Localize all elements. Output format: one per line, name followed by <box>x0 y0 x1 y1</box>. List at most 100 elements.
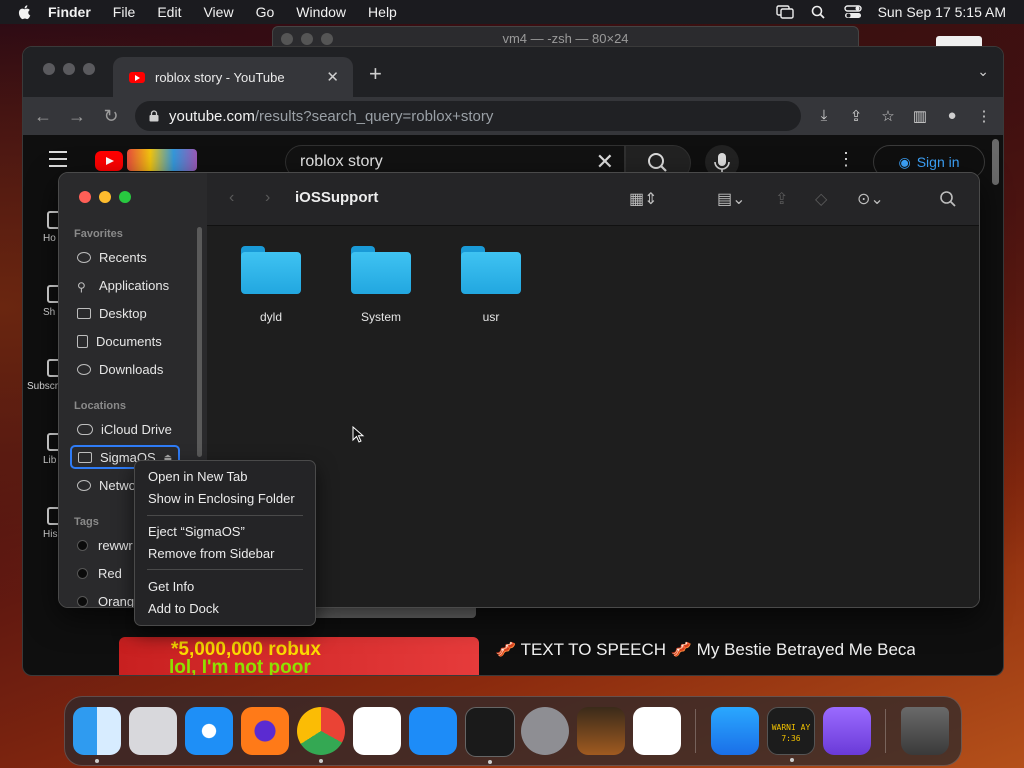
sidebar-tag-red[interactable]: Red <box>77 562 122 584</box>
browser-traffic-lights[interactable] <box>43 63 95 75</box>
drive-icon <box>78 451 92 463</box>
url-domain: youtube.com <box>169 107 255 125</box>
site-info-icon[interactable] <box>149 110 159 122</box>
youtube-doodle[interactable] <box>127 149 197 171</box>
page-scrollbar[interactable] <box>992 139 999 185</box>
video-title-link[interactable]: 🥓 TEXT TO SPEECH 🥓 My Bestie Betrayed Me… <box>495 639 915 675</box>
system-settings-icon[interactable] <box>521 707 569 755</box>
menu-view[interactable]: View <box>203 4 233 20</box>
spotlight-search-icon[interactable] <box>810 5 828 19</box>
control-center-icon[interactable] <box>843 5 862 19</box>
back-arrow-icon[interactable]: ← <box>33 106 53 127</box>
safari-icon[interactable] <box>185 707 233 755</box>
console-warning-icon[interactable]: WARNI AY 7:36 <box>767 707 815 762</box>
address-bar[interactable]: youtube.com/results?search_query=roblox+… <box>135 101 801 131</box>
reload-icon[interactable]: ↻ <box>101 106 121 127</box>
app-store-icon[interactable] <box>409 707 457 755</box>
install-app-icon[interactable]: ⤓ <box>815 107 833 125</box>
tab-search-chevron-icon[interactable]: ⌄ <box>977 63 989 80</box>
sidebar-item-library[interactable]: Lib <box>23 409 65 483</box>
thumbnail-text-2: lol, I'm not poor <box>169 657 311 675</box>
browser-toolbar: ← → ↻ youtube.com/results?search_query=r… <box>23 97 1003 135</box>
sidebar-item-desktop[interactable]: Desktop <box>77 302 147 324</box>
apple-icon[interactable] <box>16 3 34 21</box>
share-icon[interactable]: ⇪ <box>847 107 865 125</box>
mail-icon[interactable] <box>711 707 759 755</box>
zoom-window-button[interactable] <box>119 191 131 203</box>
chrome-icon[interactable] <box>297 707 345 763</box>
sidebar-item-documents[interactable]: Documents <box>77 330 162 352</box>
video-thumbnail[interactable]: *5,000,000 robux lol, I'm not poor <box>119 637 479 675</box>
sidebar-tag-rewwr[interactable]: rewwr <box>77 534 133 556</box>
side-panel-icon[interactable]: ▥ <box>911 107 929 125</box>
tab-close-icon[interactable]: ✕ <box>326 68 339 86</box>
menu-window[interactable]: Window <box>296 4 346 20</box>
menu-app-name[interactable]: Finder <box>48 4 91 20</box>
sidebar-item-label: Red <box>98 565 122 581</box>
vscode-icon[interactable] <box>633 707 681 755</box>
more-actions-icon[interactable]: ⊙⌄ <box>857 189 884 209</box>
menu-item-eject[interactable]: Eject “SigmaOS” <box>148 524 245 542</box>
menu-go[interactable]: Go <box>256 4 275 20</box>
menu-file[interactable]: File <box>113 4 136 20</box>
terminal-icon[interactable] <box>465 707 515 764</box>
sidebar-item-label: Applications <box>99 277 170 293</box>
sidebar-item-recents[interactable]: Recents <box>77 246 147 268</box>
sidebar-tag-orange[interactable]: Orang <box>77 590 134 607</box>
profile-icon[interactable]: ● <box>943 107 961 125</box>
minimize-window-button[interactable] <box>99 191 111 203</box>
sidebar-item-shorts[interactable]: Sh <box>23 261 65 335</box>
terminal-traffic-lights[interactable] <box>281 33 333 45</box>
youtube-settings-dots-icon[interactable]: ⋮ <box>837 149 855 170</box>
youtube-sidebar: Ho Sh Subscri Lib His <box>23 187 65 557</box>
sidebar-item-subscriptions[interactable]: Subscri <box>23 335 65 409</box>
back-chevron-icon[interactable]: ‹ <box>229 189 234 207</box>
firefox-icon[interactable] <box>241 707 289 755</box>
share-icon[interactable]: ⇪ <box>775 189 788 209</box>
forward-arrow-icon[interactable]: → <box>67 106 87 127</box>
finder-icon[interactable] <box>73 707 121 763</box>
menu-item-get-info[interactable]: Get Info <box>148 579 194 597</box>
sidebar-item-home[interactable]: Ho <box>23 187 65 261</box>
tab-title: roblox story - YouTube <box>155 69 285 85</box>
utm-icon[interactable] <box>823 707 871 755</box>
search-icon[interactable] <box>939 190 957 208</box>
browser-menu-icon[interactable]: ⋮ <box>975 107 993 125</box>
sidebar-item-applications[interactable]: ⚲ Applications <box>77 274 169 296</box>
sidebar-scrollbar[interactable] <box>197 227 202 457</box>
menu-help[interactable]: Help <box>368 4 397 20</box>
screen-mirroring-icon[interactable] <box>775 5 794 19</box>
sidebar-item-network[interactable]: Netwo <box>77 474 136 496</box>
trash-icon[interactable] <box>901 707 949 755</box>
sidebar-item-history[interactable]: His <box>23 483 65 557</box>
sigmaos-browser-icon[interactable] <box>353 707 401 755</box>
menu-item-add-to-dock[interactable]: Add to Dock <box>148 601 219 619</box>
new-tab-icon[interactable]: + <box>369 61 382 87</box>
hamburger-menu-icon[interactable] <box>49 151 67 172</box>
sidebar-item-icloud-drive[interactable]: iCloud Drive <box>77 418 172 440</box>
forward-chevron-icon[interactable]: › <box>265 189 270 207</box>
folder-usr[interactable]: usr <box>451 244 531 324</box>
folder-label: usr <box>482 310 500 324</box>
menu-item-open-in-new-tab[interactable]: Open in New Tab <box>148 469 248 487</box>
tab-youtube[interactable]: roblox story - YouTube ✕ <box>113 57 353 97</box>
menu-separator <box>147 515 303 516</box>
launchpad-icon[interactable] <box>129 707 177 755</box>
group-by-icon[interactable]: ▤⌄ <box>717 189 746 209</box>
finder-traffic-lights[interactable] <box>79 191 131 203</box>
sidebar-item-label: Desktop <box>99 305 147 321</box>
menu-edit[interactable]: Edit <box>157 4 181 20</box>
menu-item-show-in-enclosing-folder[interactable]: Show in Enclosing Folder <box>148 491 295 509</box>
sidebar-item-downloads[interactable]: Downloads <box>77 358 163 380</box>
folder-dyld[interactable]: dyld <box>231 244 311 324</box>
youtube-logo-icon[interactable] <box>95 151 123 171</box>
menu-item-remove-from-sidebar[interactable]: Remove from Sidebar <box>148 546 274 564</box>
view-grid-icon[interactable]: ▦⇕ <box>629 189 658 209</box>
garageband-icon[interactable] <box>577 707 625 755</box>
folder-system[interactable]: System <box>341 244 421 324</box>
menubar-clock[interactable]: Sun Sep 17 5:15 AM <box>878 4 1006 20</box>
tag-icon[interactable]: ◇ <box>815 189 827 209</box>
bookmark-star-icon[interactable]: ☆ <box>879 107 897 125</box>
close-window-button[interactable] <box>79 191 91 203</box>
finder-window-title: iOSSupport <box>295 189 379 206</box>
